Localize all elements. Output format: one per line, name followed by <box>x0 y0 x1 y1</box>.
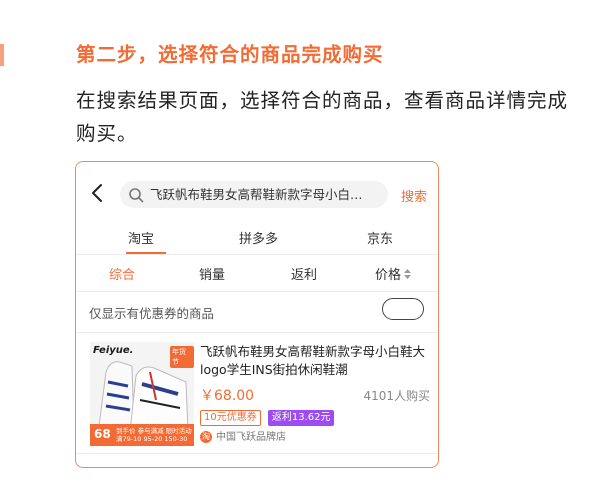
tab-jingdong[interactable]: 京东 <box>367 228 393 247</box>
shop-name: 中国飞跃品牌店 <box>216 432 286 443</box>
search-bar: 飞跃帆布鞋男女高帮鞋新款字母小白… 搜索 <box>76 176 438 210</box>
search-icon <box>128 187 144 203</box>
coupon-only-label: 仅显示有优惠券的商品 <box>89 306 215 321</box>
image-price-banner: 68 到手价 参与满减 限时活动 满79-10 95-20 150-30 <box>90 424 194 446</box>
product-sales: 4101人购买 <box>363 389 430 403</box>
divider <box>76 291 438 292</box>
rebate-badge: 返利13.62元 <box>267 410 335 426</box>
image-promo-line1: 到手价 参与满减 限时活动 <box>116 427 192 435</box>
divider <box>76 332 438 333</box>
divider <box>76 453 438 454</box>
image-promo-text: 到手价 参与满减 限时活动 满79-10 95-20 150-30 <box>116 427 192 443</box>
sort-rebate[interactable]: 返利 <box>291 264 317 283</box>
back-arrow-icon[interactable] <box>87 181 109 205</box>
shop-info[interactable]: 淘中国飞跃品牌店 <box>200 428 286 443</box>
search-button[interactable]: 搜索 <box>401 186 427 205</box>
coupon-only-toggle[interactable] <box>382 298 424 320</box>
step-description: 在搜索结果页面，选择符合的商品，查看商品详情完成购买。 <box>76 89 569 145</box>
app-screenshot-frame: 飞跃帆布鞋男女高帮鞋新款字母小白… 搜索 淘宝 拼多多 京东 综合 销量 返利 … <box>75 161 439 468</box>
product-title[interactable]: 飞跃帆布鞋男女高帮鞋新款字母小白鞋大logo学生INS街拍休闲鞋潮 <box>200 343 430 379</box>
platform-tabs: 淘宝 拼多多 京东 <box>76 220 438 254</box>
tab-pinduoduo[interactable]: 拼多多 <box>239 228 278 247</box>
image-price: 68 <box>94 427 111 441</box>
product-image: Feiyue. 年货节 68 到手价 参与满减 限时活动 满79-10 95-20… <box>90 342 194 446</box>
sort-arrows-icon <box>404 268 412 283</box>
taobao-shop-icon: 淘 <box>200 431 212 443</box>
search-input[interactable]: 飞跃帆布鞋男女高帮鞋新款字母小白… <box>120 181 388 208</box>
brand-logo: Feiyue. <box>93 345 134 356</box>
sort-sales[interactable]: 销量 <box>199 264 225 283</box>
coupon-badge: 10元优惠券 <box>200 410 261 426</box>
tab-taobao[interactable]: 淘宝 <box>128 228 154 247</box>
search-query: 飞跃帆布鞋男女高帮鞋新款字母小白… <box>150 187 363 202</box>
image-promo-line2: 满79-10 95-20 150-30 <box>116 435 188 443</box>
promo-tag: 年货节 <box>170 346 194 368</box>
sort-price-label: 价格 <box>375 268 402 283</box>
product-price: ￥68.00 <box>200 388 255 404</box>
product-card[interactable]: Feiyue. 年货节 68 到手价 参与满减 限时活动 满79-10 95-20… <box>90 342 430 452</box>
sort-comprehensive[interactable]: 综合 <box>109 264 135 283</box>
divider <box>76 254 438 255</box>
product-badges: 10元优惠券 返利13.62元 <box>200 405 336 426</box>
sort-price[interactable]: 价格 <box>375 264 412 283</box>
accent-bar <box>0 44 4 66</box>
step-title: 第二步，选择符合的商品完成购买 <box>76 43 384 66</box>
